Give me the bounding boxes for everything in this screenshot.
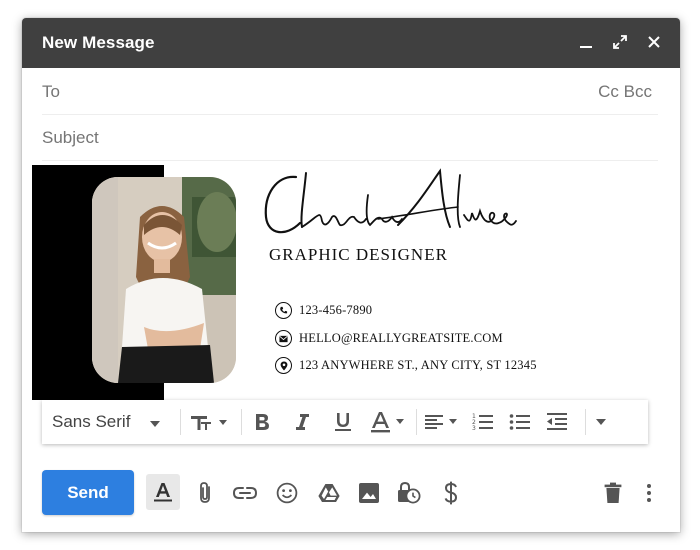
trash-icon[interactable] <box>600 480 626 506</box>
text-color-icon[interactable] <box>364 400 416 444</box>
photo-icon[interactable] <box>356 480 382 506</box>
contact-phone: 123-456-7890 <box>275 302 372 319</box>
formatting-toolbar: Sans Serif 123 <box>42 400 648 444</box>
phone-number: 123-456-7890 <box>299 303 373 317</box>
expand-icon[interactable] <box>610 32 630 52</box>
to-field[interactable]: To Cc Bcc <box>42 68 658 115</box>
more-formatting-icon[interactable] <box>586 400 616 444</box>
confidential-mode-icon[interactable] <box>396 480 422 506</box>
bold-icon[interactable] <box>242 400 282 444</box>
subject-field[interactable]: Subject <box>42 114 658 161</box>
chevron-down-icon <box>150 412 161 432</box>
profile-photo <box>92 177 236 383</box>
subject-placeholder: Subject <box>42 128 99 147</box>
signature-script-name <box>264 168 517 234</box>
dollar-icon[interactable] <box>438 480 464 506</box>
link-icon[interactable] <box>232 480 258 506</box>
minimize-icon[interactable] <box>576 32 596 52</box>
emoji-icon[interactable] <box>274 480 300 506</box>
phone-icon <box>275 302 292 319</box>
mail-icon <box>275 330 292 347</box>
close-icon[interactable] <box>644 32 664 52</box>
email-address[interactable]: HELLO@REALLYGREATSITE.COM <box>299 331 503 346</box>
font-family-label: Sans Serif <box>52 412 131 431</box>
location-pin-icon <box>275 357 292 374</box>
numbered-list-icon[interactable]: 123 <box>467 400 499 444</box>
drive-icon[interactable] <box>316 480 342 506</box>
to-label: To <box>42 82 60 101</box>
email-signature: GRAPHIC DESIGNER 123-456-7890 HELLO@REAL… <box>32 165 662 400</box>
cc-bcc-link[interactable]: Cc Bcc <box>598 82 652 102</box>
job-title: GRAPHIC DESIGNER <box>269 245 448 264</box>
compose-title: New Message <box>42 33 155 52</box>
bulleted-list-icon[interactable] <box>499 400 541 444</box>
indent-less-icon[interactable] <box>541 400 573 444</box>
compose-titlebar[interactable]: New Message <box>22 18 680 68</box>
formatting-options-icon[interactable] <box>146 474 180 510</box>
contact-address: 123 ANYWHERE ST., ANY CITY, ST 12345 <box>275 357 537 374</box>
underline-icon[interactable] <box>322 400 364 444</box>
compose-bottom-bar: Send <box>22 458 680 532</box>
font-size-icon[interactable] <box>181 400 241 444</box>
compose-window: New Message To Cc Bcc Subject GRAPHIC DE… <box>22 18 680 532</box>
street-address: 123 ANYWHERE ST., ANY CITY, ST 12345 <box>299 358 537 372</box>
align-icon[interactable] <box>417 400 467 444</box>
italic-icon[interactable] <box>282 400 322 444</box>
svg-text:3: 3 <box>472 425 476 432</box>
attach-icon[interactable] <box>192 480 218 506</box>
send-button[interactable]: Send <box>42 470 134 515</box>
contact-email: HELLO@REALLYGREATSITE.COM <box>275 330 503 347</box>
font-family-select[interactable]: Sans Serif <box>42 412 180 432</box>
more-options-icon[interactable] <box>636 480 662 506</box>
